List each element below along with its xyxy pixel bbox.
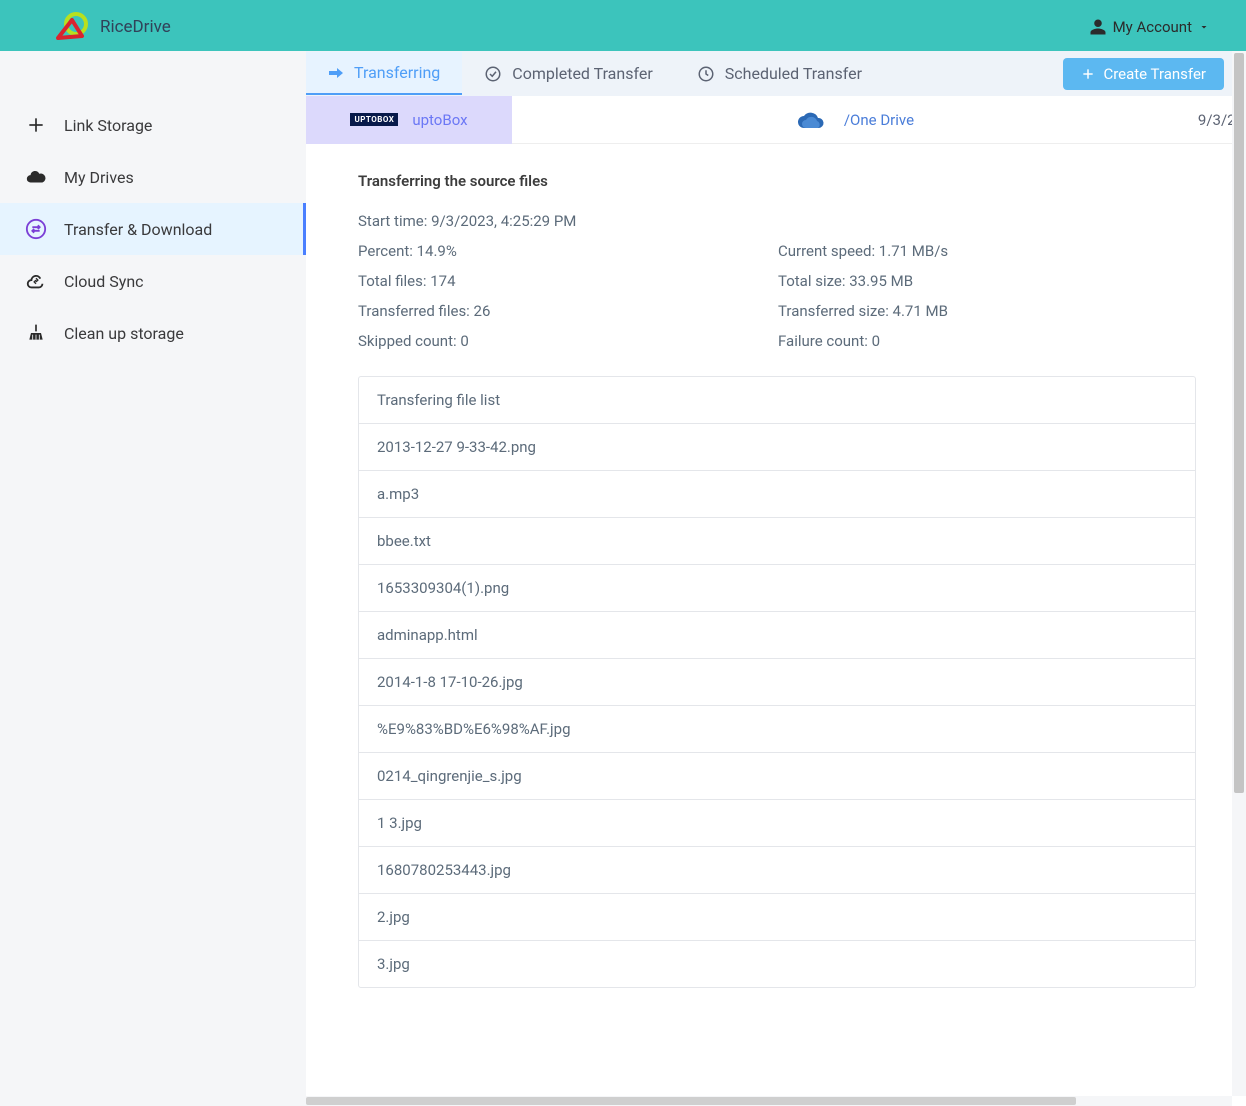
ricedrive-logo-icon bbox=[54, 12, 90, 42]
file-row[interactable]: 1653309304(1).png bbox=[359, 565, 1195, 612]
file-row[interactable]: 3.jpg bbox=[359, 941, 1195, 987]
transfer-detail-panel: Transferring the source files Start time… bbox=[306, 144, 1246, 1106]
stat-skipped: Skipped count: 0 bbox=[358, 332, 778, 350]
main-content: Transferring Completed Transfer Schedule… bbox=[306, 51, 1246, 1106]
app-header: RiceDrive My Account bbox=[0, 3, 1246, 51]
sidebar: Link Storage My Drives Transfer & Downlo… bbox=[0, 51, 306, 1106]
brand-name: RiceDrive bbox=[100, 17, 171, 37]
sidebar-item-label: My Drives bbox=[64, 168, 134, 187]
create-transfer-button[interactable]: Create Transfer bbox=[1063, 58, 1224, 90]
horizontal-scrollbar[interactable] bbox=[306, 1096, 1232, 1106]
broom-icon bbox=[24, 321, 48, 345]
stat-start-time: Start time: 9/3/2023, 4:25:29 PM bbox=[358, 212, 778, 230]
file-row[interactable]: 1680780253443.jpg bbox=[359, 847, 1195, 894]
tab-transferring[interactable]: Transferring bbox=[306, 52, 462, 95]
file-list: Transfering file list 2013-12-27 9-33-42… bbox=[358, 376, 1196, 988]
vertical-scrollbar-thumb[interactable] bbox=[1234, 53, 1244, 793]
sidebar-item-transfer-download[interactable]: Transfer & Download bbox=[0, 203, 306, 255]
file-list-header: Transfering file list bbox=[359, 377, 1195, 424]
tab-completed[interactable]: Completed Transfer bbox=[462, 52, 674, 95]
plus-icon bbox=[24, 113, 48, 137]
panel-title: Transferring the source files bbox=[358, 172, 1196, 190]
sidebar-item-my-drives[interactable]: My Drives bbox=[0, 151, 306, 203]
chevron-down-icon bbox=[1198, 21, 1210, 33]
file-row[interactable]: 2.jpg bbox=[359, 894, 1195, 941]
sidebar-item-cloud-sync[interactable]: Cloud Sync bbox=[0, 255, 306, 307]
file-row[interactable]: %E9%83%BD%E6%98%AF.jpg bbox=[359, 706, 1195, 753]
tabs-bar: Transferring Completed Transfer Schedule… bbox=[306, 51, 1246, 96]
stat-failure: Failure count: 0 bbox=[778, 332, 880, 350]
sync-icon bbox=[24, 269, 48, 293]
tab-label: Completed Transfer bbox=[512, 64, 652, 83]
dest-label: /One Drive bbox=[844, 111, 914, 129]
file-row[interactable]: 2014-1-8 17-10-26.jpg bbox=[359, 659, 1195, 706]
stat-current-speed: Current speed: 1.71 MB/s bbox=[778, 242, 948, 260]
uptobox-icon: UPTOBOX bbox=[350, 113, 398, 126]
create-transfer-label: Create Transfer bbox=[1103, 65, 1206, 83]
transfer-icon bbox=[24, 217, 48, 241]
sidebar-item-label: Link Storage bbox=[64, 116, 152, 135]
file-row[interactable]: 1 3.jpg bbox=[359, 800, 1195, 847]
sidebar-item-label: Cloud Sync bbox=[64, 272, 144, 291]
sidebar-item-clean-up-storage[interactable]: Clean up storage bbox=[0, 307, 306, 359]
transfer-route-bar: UPTOBOX uptoBox /One Drive 9/3/20 bbox=[306, 96, 1246, 144]
sidebar-item-link-storage[interactable]: Link Storage bbox=[0, 99, 306, 151]
stat-total-size: Total size: 33.95 MB bbox=[778, 272, 913, 290]
plus-icon bbox=[1081, 67, 1095, 81]
sidebar-item-label: Clean up storage bbox=[64, 324, 184, 343]
tab-scheduled[interactable]: Scheduled Transfer bbox=[675, 52, 884, 95]
horizontal-scrollbar-thumb[interactable] bbox=[306, 1097, 1076, 1105]
brand-block: RiceDrive bbox=[54, 12, 171, 42]
file-row[interactable]: adminapp.html bbox=[359, 612, 1195, 659]
source-label: uptoBox bbox=[412, 111, 467, 129]
onedrive-icon bbox=[796, 110, 826, 130]
stat-transferred-size: Transferred size: 4.71 MB bbox=[778, 302, 948, 320]
transfer-source[interactable]: UPTOBOX uptoBox bbox=[306, 96, 512, 144]
cloud-icon bbox=[24, 165, 48, 189]
vertical-scrollbar[interactable] bbox=[1232, 51, 1246, 1096]
file-row[interactable]: 2013-12-27 9-33-42.png bbox=[359, 424, 1195, 471]
file-row[interactable]: 0214_qingrenjie_s.jpg bbox=[359, 753, 1195, 800]
clock-icon bbox=[697, 65, 715, 83]
stat-percent: Percent: 14.9% bbox=[358, 242, 778, 260]
sidebar-item-label: Transfer & Download bbox=[64, 220, 212, 239]
tab-label: Scheduled Transfer bbox=[725, 64, 862, 83]
person-icon bbox=[1089, 18, 1107, 36]
stat-transferred-files: Transferred files: 26 bbox=[358, 302, 778, 320]
tab-label: Transferring bbox=[354, 63, 440, 82]
account-menu[interactable]: My Account bbox=[1089, 18, 1210, 36]
file-row[interactable]: bbee.txt bbox=[359, 518, 1195, 565]
arrow-right-icon bbox=[328, 67, 344, 79]
stat-total-files: Total files: 174 bbox=[358, 272, 778, 290]
file-row[interactable]: a.mp3 bbox=[359, 471, 1195, 518]
transfer-destination[interactable]: /One Drive bbox=[512, 110, 1198, 130]
check-circle-icon bbox=[484, 65, 502, 83]
account-label: My Account bbox=[1113, 18, 1192, 36]
